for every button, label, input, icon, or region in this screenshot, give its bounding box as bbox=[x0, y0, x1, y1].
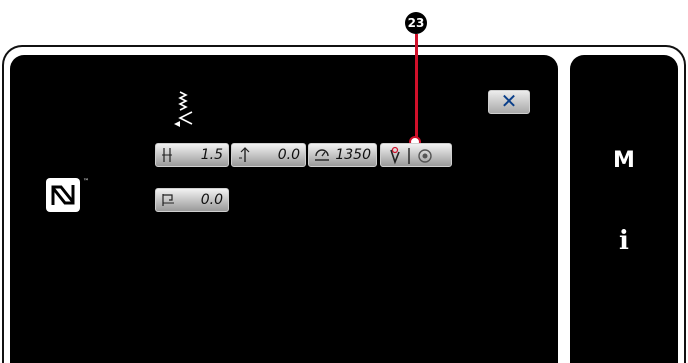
feed-compensation-icon bbox=[162, 194, 174, 206]
menu-button[interactable]: M bbox=[604, 148, 644, 173]
nfc-logo bbox=[46, 178, 80, 212]
feed-compensation-value: 0.0 bbox=[200, 192, 223, 208]
stitch-length-button[interactable]: 1.5 bbox=[155, 143, 229, 167]
callout-leader-line bbox=[415, 34, 418, 138]
nfc-trademark: ™ bbox=[83, 178, 89, 185]
thread-trim-button[interactable] bbox=[380, 143, 452, 167]
needle-position-value: 0.0 bbox=[277, 147, 300, 163]
info-button[interactable]: i bbox=[604, 226, 644, 256]
main-screen bbox=[10, 55, 558, 363]
speed-icon bbox=[315, 149, 329, 161]
feed-compensation-button[interactable]: 0.0 bbox=[155, 188, 229, 212]
needle-position-icon bbox=[239, 147, 250, 162]
needle-position-button[interactable]: 0.0 bbox=[231, 143, 306, 167]
speed-value: 1350 bbox=[335, 147, 371, 163]
stitch-pattern-icon bbox=[174, 91, 193, 127]
stitch-length-value: 1.5 bbox=[200, 147, 223, 163]
speed-button[interactable]: 1350 bbox=[308, 143, 377, 167]
stitch-length-icon bbox=[162, 148, 172, 162]
close-button[interactable]: ✕ bbox=[488, 90, 530, 114]
callout-number: 23 bbox=[405, 12, 427, 34]
thread-trim-icon bbox=[390, 146, 432, 165]
nfc-icon bbox=[51, 185, 75, 205]
side-screen bbox=[570, 55, 678, 363]
